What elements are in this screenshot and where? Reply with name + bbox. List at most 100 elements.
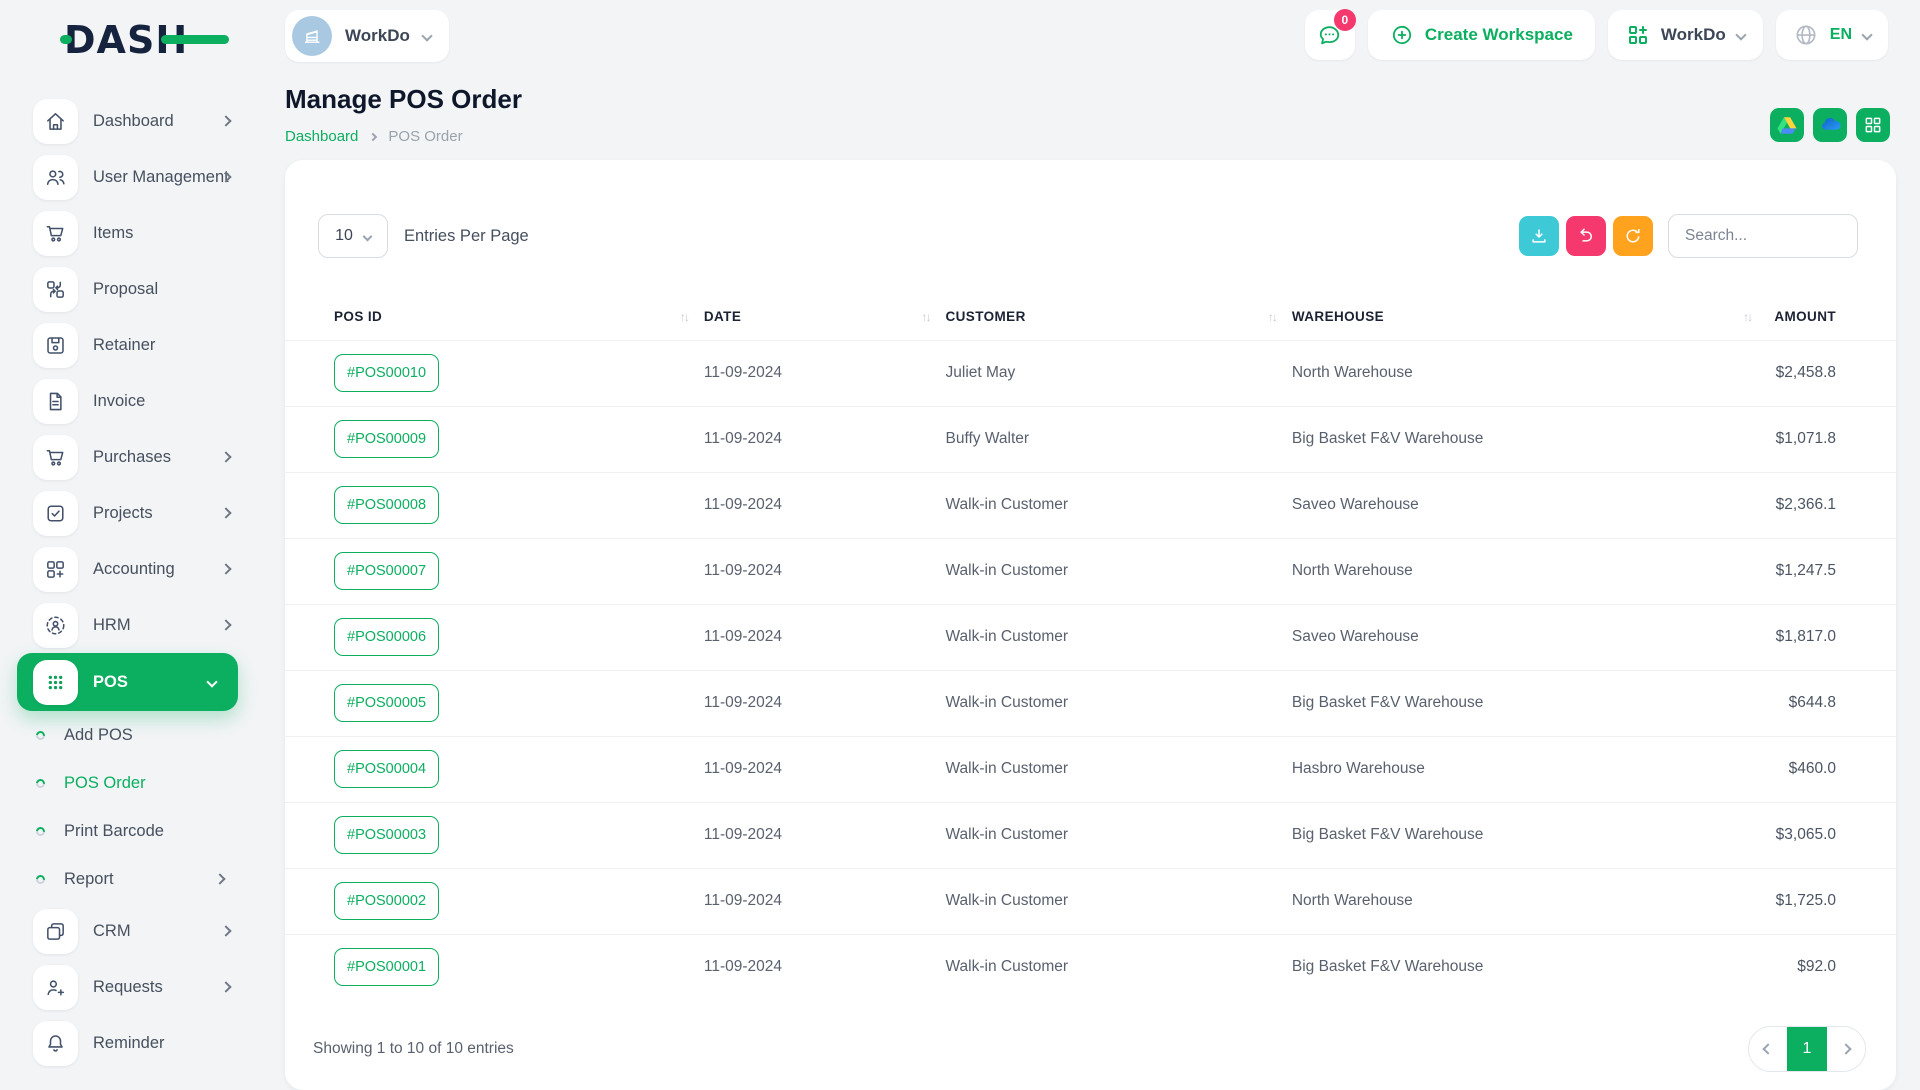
sidebar-item-proposal[interactable]: Proposal: [0, 261, 260, 317]
sort-icon[interactable]: ↑↓: [1268, 310, 1276, 324]
order-date: 11-09-2024: [704, 760, 782, 777]
table-header-row: POS ID↑↓DATE↑↓CUSTOMER↑↓WAREHOUSE↑↓AMOUN…: [285, 294, 1896, 340]
column-header-amount: AMOUNT: [1767, 294, 1896, 340]
apps-grid-icon: [1863, 115, 1883, 135]
sidebar-item-invoice[interactable]: Invoice: [0, 373, 260, 429]
customer-name: Juliet May: [946, 364, 1016, 381]
chevron-right-icon: [214, 873, 225, 884]
customer-name: Walk-in Customer: [946, 694, 1069, 711]
search-input[interactable]: [1668, 214, 1858, 258]
pos-id-badge[interactable]: #POS00002: [334, 882, 439, 920]
pos-id-badge[interactable]: #POS00005: [334, 684, 439, 722]
sidebar-subitem-pos-order[interactable]: POS Order: [0, 759, 260, 807]
sidebar-subitem-print-barcode[interactable]: Print Barcode: [0, 807, 260, 855]
sort-icon[interactable]: ↑↓: [680, 310, 688, 324]
sidebar-subitem-add-pos[interactable]: Add POS: [0, 711, 260, 759]
sidebar-item-hrm[interactable]: HRM: [0, 597, 260, 653]
workspace-selector[interactable]: WorkDo: [285, 10, 449, 62]
sidebar-nav: DashboardUser ManagementItemsProposalRet…: [0, 93, 260, 1071]
onedrive-cloud-icon: [1818, 113, 1842, 137]
sidebar-item-user-management[interactable]: User Management: [0, 149, 260, 205]
order-amount: $92.0: [1797, 958, 1836, 975]
download-icon: [1529, 226, 1549, 246]
previous-page-button[interactable]: [1749, 1027, 1787, 1071]
breadcrumb-current: POS Order: [388, 128, 462, 145]
pos-id-badge[interactable]: #POS00004: [334, 750, 439, 788]
workdo-menu-button[interactable]: WorkDo: [1608, 10, 1763, 60]
pos-id-badge[interactable]: #POS00009: [334, 420, 439, 458]
order-amount: $3,065.0: [1776, 826, 1836, 843]
sidebar-item-projects[interactable]: Projects: [0, 485, 260, 541]
google-drive-icon: [1776, 114, 1798, 136]
pos-id-badge[interactable]: #POS00007: [334, 552, 439, 590]
retainer-icon: [33, 323, 78, 368]
column-header-warehouse[interactable]: WAREHOUSE↑↓: [1292, 294, 1767, 340]
reset-undo-button[interactable]: [1566, 216, 1606, 256]
building-icon: [301, 25, 323, 47]
customer-name: Walk-in Customer: [946, 826, 1069, 843]
order-amount: $2,458.8: [1776, 364, 1836, 381]
accounting-icon: [33, 547, 78, 592]
sidebar-item-dashboard[interactable]: Dashboard: [0, 93, 260, 149]
page-1-button[interactable]: 1: [1787, 1027, 1827, 1071]
column-header-date[interactable]: DATE↑↓: [704, 294, 946, 340]
sort-icon[interactable]: ↑↓: [922, 310, 930, 324]
google-drive-button[interactable]: [1770, 108, 1804, 142]
chevron-right-icon: [220, 507, 231, 518]
plus-circle-icon: [1390, 23, 1414, 47]
app-logo[interactable]: DASH: [64, 18, 234, 62]
chevron-right-icon: [220, 981, 231, 992]
order-amount: $1,817.0: [1776, 628, 1836, 645]
column-header-pos-id[interactable]: POS ID↑↓: [285, 294, 704, 340]
apps-grid-button[interactable]: [1856, 108, 1890, 142]
create-workspace-button[interactable]: Create Workspace: [1368, 10, 1595, 60]
sidebar-item-accounting[interactable]: Accounting: [0, 541, 260, 597]
customer-name: Walk-in Customer: [946, 892, 1069, 909]
invoice-icon: [33, 379, 78, 424]
order-date: 11-09-2024: [704, 826, 782, 843]
refresh-button[interactable]: [1613, 216, 1653, 256]
pos-id-badge[interactable]: #POS00001: [334, 948, 439, 986]
breadcrumb-dashboard-link[interactable]: Dashboard: [285, 128, 358, 145]
breadcrumb: Dashboard POS Order: [285, 128, 463, 145]
pos-id-badge[interactable]: #POS00006: [334, 618, 439, 656]
chevron-down-icon: [421, 30, 432, 41]
column-header-customer[interactable]: CUSTOMER↑↓: [946, 294, 1292, 340]
table-row: #POS0000711-09-2024Walk-in CustomerNorth…: [285, 538, 1896, 604]
customer-name: Walk-in Customer: [946, 562, 1069, 579]
page-title: Manage POS Order: [285, 84, 522, 115]
entries-per-page-select[interactable]: 10: [318, 214, 388, 258]
warehouse-name: North Warehouse: [1292, 892, 1413, 909]
pos-id-badge[interactable]: #POS00003: [334, 816, 439, 854]
pos-id-badge[interactable]: #POS00010: [334, 354, 439, 392]
table-row: #POS0000311-09-2024Walk-in CustomerBig B…: [285, 802, 1896, 868]
sidebar-item-reminder[interactable]: Reminder: [0, 1015, 260, 1071]
chevron-right-icon: [220, 925, 231, 936]
chevron-down-icon: [1861, 29, 1872, 40]
pos-id-badge[interactable]: #POS00008: [334, 486, 439, 524]
next-page-button[interactable]: [1827, 1027, 1865, 1071]
sort-icon[interactable]: ↑↓: [1743, 310, 1751, 324]
export-download-button[interactable]: [1519, 216, 1559, 256]
pos-icon: [33, 660, 78, 705]
pos-orders-table: POS ID↑↓DATE↑↓CUSTOMER↑↓WAREHOUSE↑↓AMOUN…: [285, 294, 1896, 1000]
chevron-down-icon: [1735, 29, 1746, 40]
language-selector[interactable]: EN: [1776, 10, 1888, 60]
sidebar-item-items[interactable]: Items: [0, 205, 260, 261]
messages-button[interactable]: 0: [1305, 10, 1355, 60]
table-footer: Showing 1 to 10 of 10 entries 1: [285, 1000, 1896, 1072]
sidebar-item-purchases[interactable]: Purchases: [0, 429, 260, 485]
chevron-right-icon: [1840, 1043, 1851, 1054]
logo-green-dot: [60, 35, 72, 44]
home-icon: [33, 99, 78, 144]
onedrive-button[interactable]: [1813, 108, 1847, 142]
order-amount: $460.0: [1789, 760, 1836, 777]
sidebar-item-requests[interactable]: Requests: [0, 959, 260, 1015]
sidebar-subitem-report[interactable]: Report: [0, 855, 260, 903]
sidebar-item-retainer[interactable]: Retainer: [0, 317, 260, 373]
table-row: #POS0001011-09-2024Juliet MayNorth Wareh…: [285, 340, 1896, 406]
sidebar-item-pos[interactable]: POS: [17, 653, 238, 711]
entries-summary: Showing 1 to 10 of 10 entries: [313, 1040, 514, 1058]
sidebar-item-crm[interactable]: CRM: [0, 903, 260, 959]
order-amount: $1,247.5: [1776, 562, 1836, 579]
